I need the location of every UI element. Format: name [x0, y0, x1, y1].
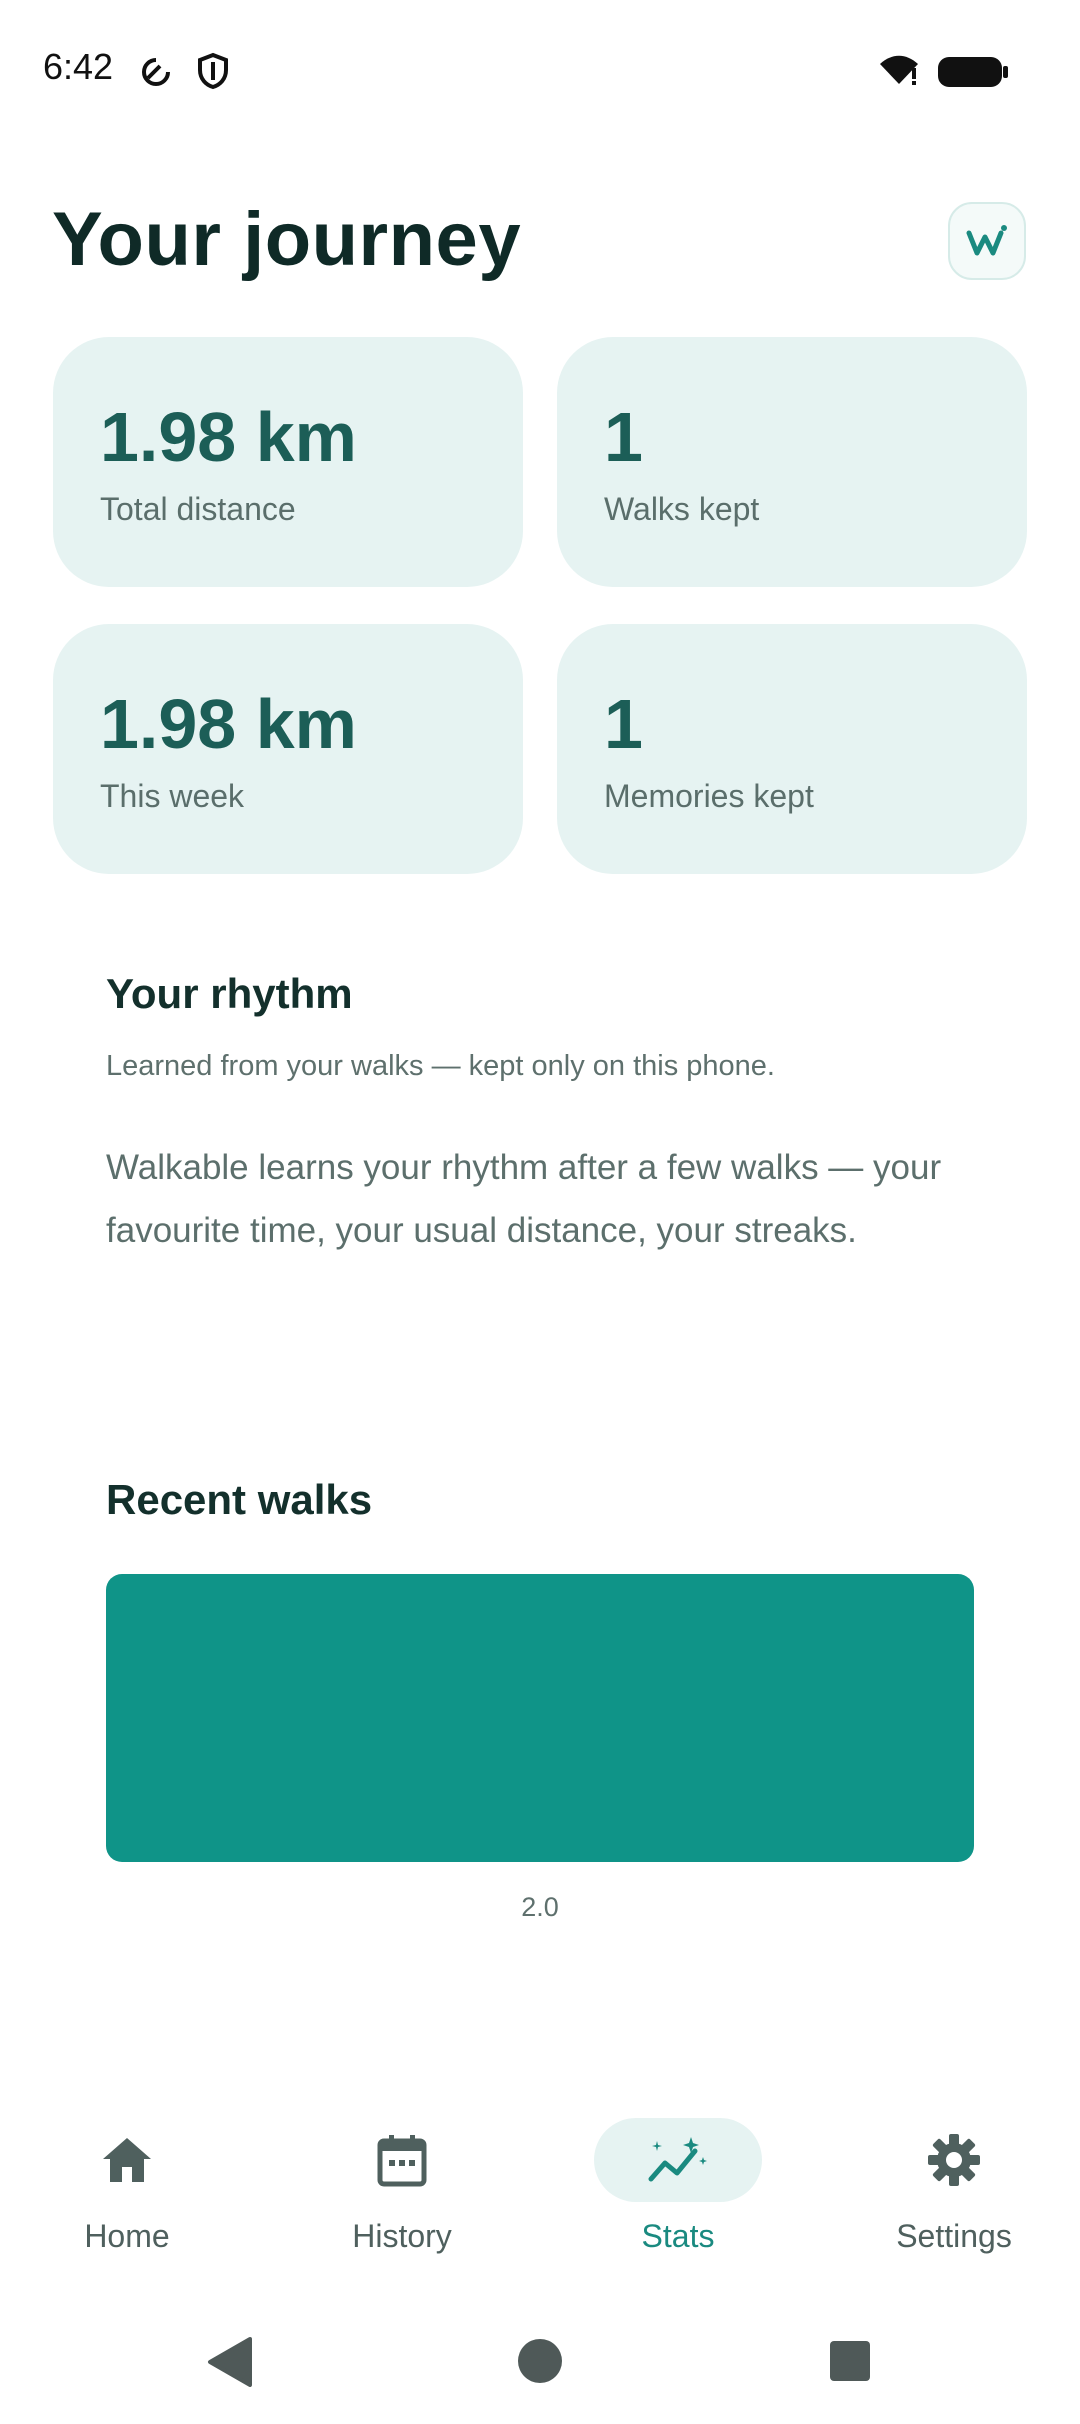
- chart-x-axis: 2.0: [106, 1892, 974, 1932]
- this-week-label: This week: [100, 778, 245, 814]
- walks-kept-value: 1: [604, 398, 643, 476]
- nav-stats-icon-wrap: [594, 2118, 762, 2202]
- system-recents-button[interactable]: [829, 2340, 871, 2382]
- nav-home[interactable]: Home: [27, 2118, 227, 2268]
- data-saver-icon: [142, 58, 170, 86]
- nav-home-label: Home: [84, 2218, 170, 2254]
- memories-kept-value: 1: [604, 685, 643, 763]
- this-week-value: 1.98 km: [100, 685, 357, 763]
- walks-kept-label: Walks kept: [604, 491, 760, 527]
- nav-history-icon-wrap: [318, 2118, 486, 2202]
- battery-icon: [938, 57, 1008, 87]
- rhythm-subtitle: Learned from your walks — kept only on t…: [106, 1050, 775, 1082]
- total-distance-label: Total distance: [100, 491, 296, 527]
- recent-walks-chart: [106, 1574, 974, 1862]
- rhythm-title: Your rhythm: [106, 970, 353, 1017]
- total-distance-value: 1.98 km: [100, 398, 357, 476]
- nav-history[interactable]: History: [302, 2118, 502, 2268]
- gear-icon: [928, 2134, 980, 2186]
- stats-sparkle-icon: [648, 2137, 707, 2182]
- walks-kept-card: 1 Walks kept: [557, 337, 1027, 587]
- total-distance-card: 1.98 km Total distance: [53, 337, 523, 587]
- recent-walks-chart-svg: [106, 1574, 974, 1862]
- system-back-button[interactable]: [206, 2337, 252, 2387]
- chart-tick-label: 2.0: [521, 1892, 559, 1922]
- nav-settings[interactable]: Settings: [854, 2118, 1054, 2268]
- rhythm-body: Walkable learns your rhythm after a few …: [106, 1148, 942, 1250]
- memories-kept-card: 1 Memories kept: [557, 624, 1027, 874]
- nav-settings-icon-wrap: [870, 2118, 1038, 2202]
- memories-kept-label: Memories kept: [604, 778, 814, 814]
- walkable-logo-icon: [966, 225, 1007, 256]
- walkable-logo-button[interactable]: [948, 202, 1026, 280]
- nav-stats-label: Stats: [641, 2218, 715, 2254]
- nav-history-label: History: [352, 2218, 452, 2254]
- home-icon: [103, 2138, 151, 2182]
- page-title: Your journey: [52, 197, 522, 282]
- this-week-card: 1.98 km This week: [53, 624, 523, 874]
- shield-icon: [198, 52, 228, 90]
- nav-home-icon-wrap: [43, 2118, 211, 2202]
- status-time: 6:42: [43, 46, 114, 87]
- chart-bar: [106, 1574, 974, 1862]
- nav-stats[interactable]: Stats: [578, 2118, 778, 2268]
- system-home-button[interactable]: [517, 2338, 563, 2384]
- wifi-icon: [880, 55, 918, 85]
- nav-settings-label: Settings: [896, 2218, 1012, 2254]
- calendar-icon: [377, 2135, 427, 2187]
- recent-walks-title: Recent walks: [106, 1476, 373, 1523]
